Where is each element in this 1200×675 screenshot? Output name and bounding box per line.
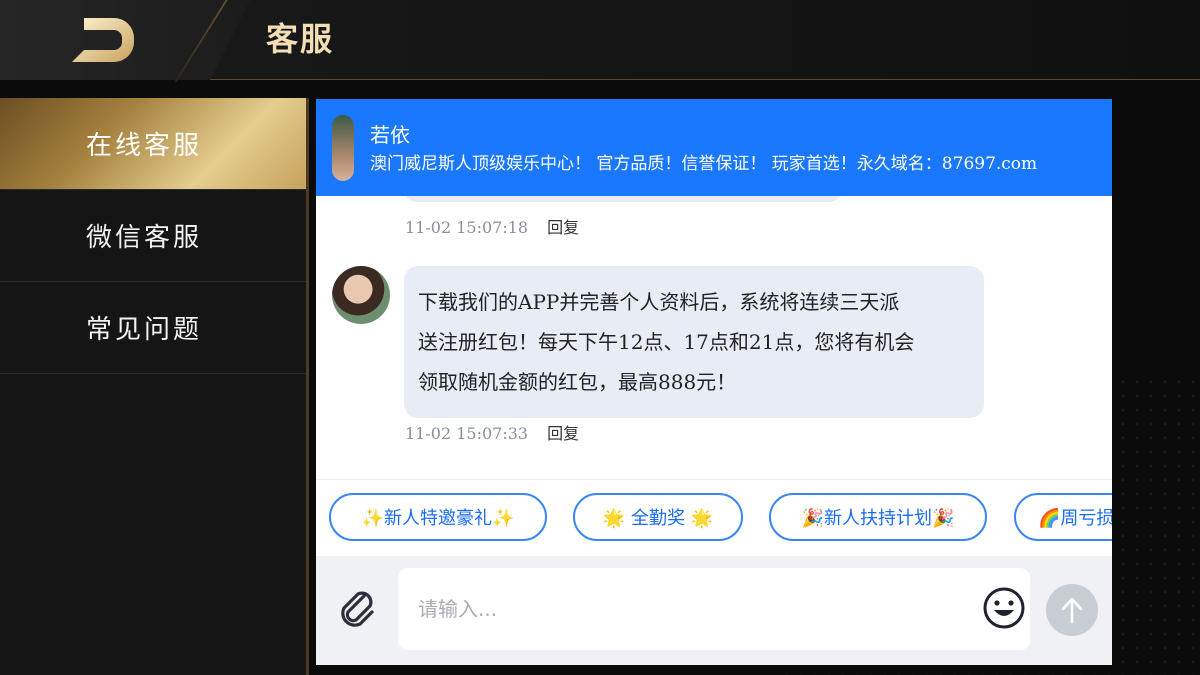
emoji-button[interactable]: [982, 586, 1026, 634]
agent-slogan: 澳门威尼斯人顶级娱乐中心！ 官方品质！信誉保证！ 玩家首选！永久域名：87697…: [370, 154, 1038, 174]
input-bar: [316, 556, 1112, 665]
message-meta: 11-02 15:07:33 回复: [405, 420, 579, 444]
back-button[interactable]: [0, 0, 250, 80]
chip-label: ✨新人特邀豪礼✨: [361, 508, 515, 529]
attach-button[interactable]: [334, 584, 382, 636]
paperclip-icon: [341, 591, 374, 627]
message-bubble-partial: [404, 196, 842, 202]
reply-link[interactable]: 回复: [547, 424, 579, 443]
sidebar-item-faq[interactable]: 常见问题: [0, 282, 308, 374]
quick-chip-weekly-loss[interactable]: 🌈周亏损: [1014, 493, 1112, 541]
chat-header: 若依 澳门威尼斯人顶级娱乐中心！ 官方品质！信誉保证！ 玩家首选！永久域名：87…: [316, 99, 1112, 196]
quick-reply-bar: ✨新人特邀豪礼✨ 🌟 全勤奖 🌟 🎉新人扶持计划🎉 🌈周亏损: [316, 479, 1112, 555]
smiley-icon: [983, 587, 1025, 629]
message-line: 领取随机金额的红包，最高888元！: [418, 370, 737, 394]
send-button[interactable]: [1046, 584, 1098, 636]
chip-label: 🎉新人扶持计划🎉: [801, 508, 955, 529]
chip-label: 🌟 全勤奖 🌟: [602, 508, 714, 529]
back-arrow-icon: [72, 18, 134, 62]
sidebar-item-wechat-service[interactable]: 微信客服: [0, 190, 308, 282]
message-bubble: 下载我们的APP并完善个人资料后，系统将连续三天派 送注册红包！每天下午12点、…: [404, 266, 984, 418]
sidebar-item-label: 常见问题: [85, 315, 202, 345]
sidebar-edge: [306, 98, 309, 675]
sidebar-item-label: 在线客服: [85, 131, 202, 161]
message-meta: 11-02 15:07:18 回复: [405, 214, 579, 238]
agent-avatar: [332, 266, 390, 324]
message-line: 下载我们的APP并完善个人资料后，系统将连续三天派: [418, 290, 900, 314]
quick-chip-support-plan[interactable]: 🎉新人扶持计划🎉: [769, 493, 987, 541]
arrow-up-icon: [1061, 597, 1083, 624]
message-input[interactable]: [398, 568, 1030, 650]
page-title: 客服: [266, 20, 335, 58]
sidebar-item-label: 微信客服: [85, 223, 202, 253]
message-time: 11-02 15:07:33: [405, 424, 529, 443]
message-time: 11-02 15:07:18: [405, 218, 529, 237]
reply-link[interactable]: 回复: [547, 218, 579, 237]
quick-chip-attendance[interactable]: 🌟 全勤奖 🌟: [573, 493, 743, 541]
agent-name: 若依: [370, 123, 410, 147]
sidebar-item-online-service[interactable]: 在线客服: [0, 98, 308, 190]
sidebar: 在线客服 微信客服 常见问题: [0, 98, 308, 675]
quick-chip-new-user-gift[interactable]: ✨新人特邀豪礼✨: [329, 493, 547, 541]
agent-avatar: [332, 115, 354, 181]
chip-label: 🌈周亏损: [1038, 508, 1112, 529]
message-line: 送注册红包！每天下午12点、17点和21点，您将有机会: [418, 330, 915, 354]
chat-panel: 若依 澳门威尼斯人顶级娱乐中心！ 官方品质！信誉保证！ 玩家首选！永久域名：87…: [316, 99, 1112, 665]
top-header: 客服: [0, 0, 1200, 82]
